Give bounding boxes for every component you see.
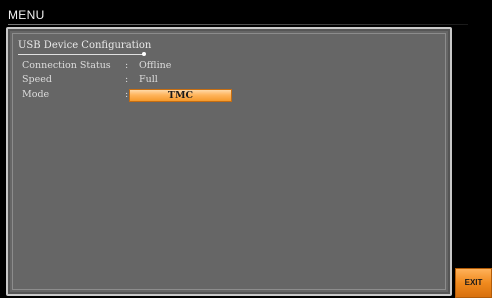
mode-label: Mode [22, 89, 50, 100]
menu-title: MENU [8, 8, 45, 22]
mode-separator: : [125, 89, 129, 100]
speed-label: Speed [22, 74, 52, 85]
exit-button[interactable]: EXIT [455, 268, 492, 298]
section-title-marker [142, 52, 146, 56]
title-divider [8, 24, 468, 25]
speed-separator: : [125, 74, 129, 85]
connection-status-separator: : [125, 60, 129, 71]
usb-config-panel: USB Device Configuration Connection Stat… [6, 27, 452, 296]
section-title-underline [18, 54, 144, 55]
mode-select-button[interactable]: TMC [129, 89, 232, 102]
section-title: USB Device Configuration [18, 40, 152, 51]
speed-value: Full [139, 74, 158, 85]
connection-status-value: Offline [139, 60, 172, 71]
connection-status-label: Connection Status [22, 60, 111, 71]
